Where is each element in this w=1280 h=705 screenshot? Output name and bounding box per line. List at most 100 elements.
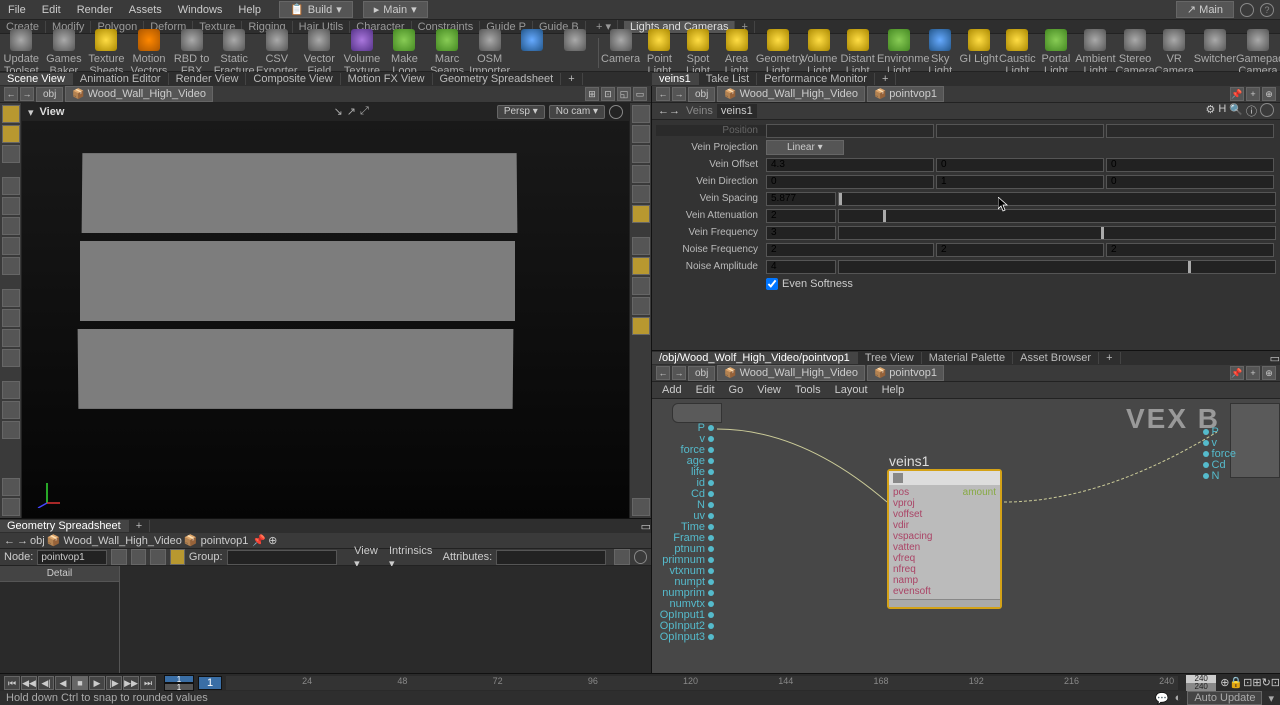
netmenu-tools[interactable]: Tools <box>789 384 827 396</box>
nnav-fwd[interactable]: → <box>672 366 686 380</box>
disp-3[interactable] <box>632 145 650 163</box>
param-field[interactable] <box>936 124 1104 138</box>
tl-opt6[interactable]: ⊡ <box>1271 676 1280 689</box>
network-view[interactable]: VEX B PvforceagelifeidCdNuvTimeFrameptnu… <box>652 399 1280 673</box>
start-frame[interactable]: 1 <box>164 675 194 683</box>
tool-select[interactable] <box>2 105 20 123</box>
desktop-selector[interactable]: 📋 Build ▾ <box>279 1 353 18</box>
gs-star-icon[interactable] <box>614 549 629 565</box>
menu-edit[interactable]: Edit <box>34 4 69 16</box>
tool-handle[interactable] <box>2 257 20 275</box>
param-field[interactable] <box>766 243 934 257</box>
param-field[interactable] <box>766 124 934 138</box>
node-input[interactable]: namp <box>893 575 996 586</box>
menu-render[interactable]: Render <box>69 4 121 16</box>
start-frame2[interactable]: 1 <box>164 683 194 691</box>
gs-type-detail[interactable] <box>170 549 185 565</box>
tool-sel3[interactable] <box>2 145 20 163</box>
param-field[interactable] <box>936 243 1104 257</box>
tab-netpath[interactable]: /obj/Wood_Wolf_High_Video/pointvop1 <box>652 352 858 364</box>
persp-selector[interactable]: Persp ▾ <box>497 105 545 119</box>
shelf-tool[interactable]: OSM Importer <box>468 29 511 77</box>
tool-render[interactable] <box>2 381 20 399</box>
disp-6[interactable] <box>632 205 650 223</box>
shelf-tool[interactable]: RBD to FBX <box>170 29 213 77</box>
info-icon[interactable]: ⓘ <box>1246 103 1257 119</box>
handle-icon1[interactable]: ↘ <box>334 105 343 119</box>
gs-type-prims[interactable] <box>150 549 165 565</box>
disp-11[interactable] <box>632 317 650 335</box>
output-port[interactable]: N <box>1203 471 1236 482</box>
gs-attr-input[interactable] <box>496 550 606 565</box>
tab-asset-browser[interactable]: Asset Browser <box>1013 352 1099 364</box>
chat-icon[interactable]: 💬 <box>1155 692 1169 705</box>
shelf-tool[interactable]: VR Camera <box>1155 29 1194 77</box>
tool-move[interactable] <box>2 197 20 215</box>
tab-motionfx-view[interactable]: Motion FX View <box>341 73 433 85</box>
gs-help-icon[interactable] <box>634 550 647 564</box>
tl-opt2[interactable]: 🔒 <box>1229 676 1243 689</box>
tab-composite-view[interactable]: Composite View <box>246 73 340 85</box>
tl-opt3[interactable]: ⊡ <box>1243 676 1252 689</box>
tool-render2[interactable] <box>2 401 20 419</box>
tab-render-view[interactable]: Render View <box>169 73 247 85</box>
node-input[interactable]: vproj <box>893 498 996 509</box>
tool-sel2[interactable] <box>2 125 20 143</box>
disp-1[interactable] <box>632 105 650 123</box>
node-input[interactable]: pos <box>893 487 909 498</box>
tab-perf-monitor[interactable]: Performance Monitor <box>757 73 875 85</box>
tl-opt5[interactable]: ↻ <box>1262 676 1271 689</box>
params-fwd[interactable]: → <box>669 105 680 117</box>
help-vp-icon[interactable] <box>609 105 623 119</box>
node-input[interactable]: vspacing <box>893 531 996 542</box>
gs-col-detail[interactable]: Detail <box>0 566 119 582</box>
tab-take-list[interactable]: Take List <box>699 73 757 85</box>
disp-7[interactable] <box>632 237 650 255</box>
param-dropdown[interactable]: Linear ▾ <box>766 140 844 155</box>
tool-render3[interactable] <box>2 421 20 439</box>
shelf-tool[interactable]: Stereo Camera <box>1116 29 1155 77</box>
output-port[interactable]: Cd <box>1203 460 1236 471</box>
shelf-tool[interactable] <box>511 29 554 77</box>
tl-opt1[interactable]: ⊕ <box>1220 676 1229 689</box>
tool-arrow[interactable] <box>2 177 20 195</box>
status-opt[interactable]: ▾ <box>1268 692 1274 705</box>
disp-5[interactable] <box>632 185 650 203</box>
auto-update-button[interactable]: Auto Update <box>1187 691 1262 705</box>
search-icon[interactable]: 🔍 <box>1229 103 1243 119</box>
disp-4[interactable] <box>632 165 650 183</box>
menu-selector[interactable]: ▸ Main ▾ <box>363 1 428 18</box>
ncrumb-wood[interactable]: 📦 Wood_Wall_High_Video <box>717 365 865 381</box>
vp-icon4[interactable]: ▭ <box>633 87 647 101</box>
tab-tree-view[interactable]: Tree View <box>858 352 922 364</box>
node-input[interactable]: vfreq <box>893 553 996 564</box>
shelf-tool[interactable]: Environme Light <box>877 29 921 77</box>
last-frame-button[interactable]: ⏭ <box>140 676 156 690</box>
tab-anim-editor[interactable]: Animation Editor <box>73 73 169 85</box>
menu-help[interactable]: Help <box>230 4 269 16</box>
shelf-tool[interactable]: Portal Light <box>1037 29 1076 77</box>
play-button[interactable]: ▶ <box>89 676 105 690</box>
params-back[interactable]: ← <box>658 105 669 117</box>
handle-icon2[interactable]: ↗ <box>347 105 356 119</box>
node-output[interactable]: amount <box>963 487 996 498</box>
nav-fwd[interactable]: → <box>20 87 34 101</box>
shelf-tool[interactable]: Sky Light <box>921 29 960 77</box>
timeline-track[interactable]: 24487296120144168192216240 <box>226 676 1178 690</box>
n-new-icon[interactable]: + <box>1246 366 1260 380</box>
n-link-icon[interactable]: ⊕ <box>1262 366 1276 380</box>
notif-icon[interactable]: ◐ <box>1175 692 1182 704</box>
shelf-tool[interactable]: Vector Field <box>298 29 341 77</box>
shelf-tool[interactable] <box>554 29 596 77</box>
net-max-icon[interactable]: ▭ <box>1270 352 1280 365</box>
current-frame[interactable]: 1 <box>198 676 222 690</box>
shelf-tool[interactable]: Area Light <box>717 29 756 77</box>
param-field[interactable] <box>766 158 934 172</box>
vp-icon1[interactable]: ⊞ <box>585 87 599 101</box>
shelf-tool[interactable]: Marc Seams <box>426 29 469 77</box>
tab-geo-spreadsheet-top[interactable]: Geometry Spreadsheet <box>433 73 562 85</box>
shelf-tool[interactable]: Spot Light <box>679 29 718 77</box>
param-slider[interactable] <box>838 209 1276 223</box>
netmenu-add[interactable]: Add <box>656 384 688 396</box>
param-field[interactable] <box>936 175 1104 189</box>
